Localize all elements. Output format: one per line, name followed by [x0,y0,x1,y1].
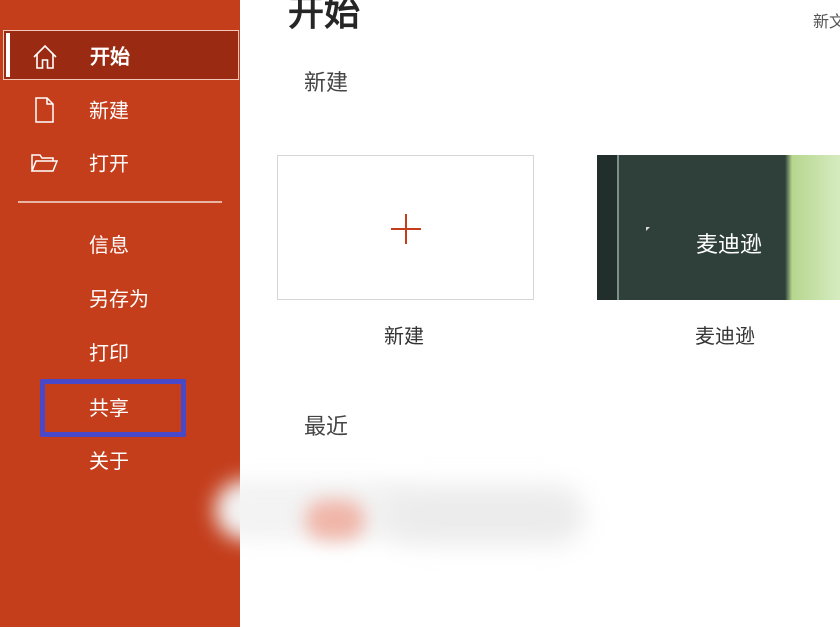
sidebar-item-print[interactable]: 打印 [89,337,129,366]
madison-template-caption: 麦迪逊 [695,324,755,348]
sidebar-item-open[interactable]: 打开 [0,137,240,187]
home-icon [33,44,57,69]
blank-presentation-caption: 新建 [384,324,424,348]
sidebar-item-share[interactable]: 共享 [89,392,129,421]
sidebar-item-save-as[interactable]: 另存为 [89,283,149,312]
madison-template-tile[interactable]: 麦迪逊 [597,155,840,300]
thumbnail-title: 麦迪逊 [696,233,763,258]
backstage-sidebar: 开始 新建 打开 信息 另存为 打印 共享 关于 [0,0,240,627]
new-section-label: 新建 [304,71,349,96]
sidebar-item-label: 打开 [89,151,129,176]
sidebar-item-new[interactable]: 新建 [0,84,240,134]
sidebar-item-info[interactable]: 信息 [89,229,129,258]
page-title: 开始 [288,0,361,34]
sidebar-item-label: 新建 [89,98,129,123]
recent-file-item-blurred[interactable] [215,470,615,560]
blank-presentation-tile[interactable] [277,155,534,300]
sidebar-item-home[interactable]: 开始 [3,30,239,80]
sidebar-divider [18,201,222,203]
more-themes-link[interactable]: 新文 [813,8,840,32]
thumbnail-marker [646,227,650,231]
new-document-icon [35,97,54,123]
open-folder-icon [30,154,58,172]
recent-section-label: 最近 [304,415,349,440]
sidebar-item-about[interactable]: 关于 [89,445,129,474]
thumbnail-accent-line [617,155,619,300]
sidebar-item-label: 开始 [90,44,130,69]
plus-icon [391,214,421,244]
